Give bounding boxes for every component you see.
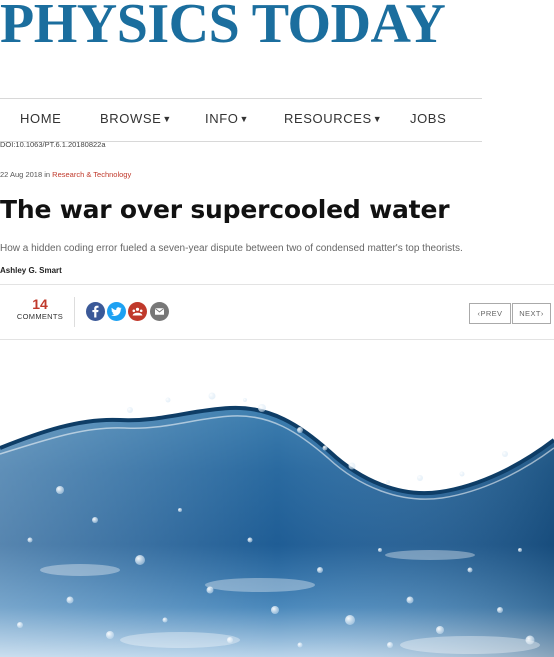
- reddit-icon[interactable]: [128, 302, 147, 321]
- article-author[interactable]: Ashley G. Smart: [0, 266, 62, 275]
- twitter-icon[interactable]: [107, 302, 126, 321]
- prev-label: PREV: [480, 309, 503, 318]
- nav-home[interactable]: HOME: [20, 111, 61, 126]
- article-subtitle: How a hidden coding error fueled a seven…: [0, 243, 463, 254]
- facebook-icon[interactable]: [86, 302, 105, 321]
- nav-jobs[interactable]: JOBS: [410, 111, 446, 126]
- article-category-link[interactable]: Research & Technology: [52, 170, 131, 179]
- caret-down-icon: ▼: [372, 114, 383, 124]
- nav-info-label: INFO: [205, 111, 239, 126]
- caret-down-icon: ▼: [239, 114, 249, 124]
- article-date: 22 Aug 2018: [0, 170, 43, 179]
- comments-label: COMMENTS: [16, 312, 64, 321]
- nav-info[interactable]: INFO▼: [205, 111, 249, 126]
- dateline-separator: in: [42, 170, 53, 179]
- caret-down-icon: ▼: [162, 114, 172, 124]
- next-button[interactable]: NEXT›: [512, 303, 551, 324]
- nav-jobs-label: JOBS: [410, 111, 447, 126]
- email-icon[interactable]: [150, 302, 169, 321]
- nav-resources-label: RESOURCES: [284, 111, 372, 126]
- comment-count: 14: [32, 296, 48, 312]
- nav-resources[interactable]: RESOURCES▼: [284, 111, 382, 126]
- nav-browse-label: BROWSE: [100, 111, 162, 126]
- nav-browse[interactable]: BROWSE▼: [100, 111, 172, 126]
- comments-link[interactable]: 14 COMMENTS: [14, 297, 66, 322]
- nav-home-label: HOME: [20, 111, 62, 126]
- next-label: NEXT: [519, 309, 541, 318]
- divider: [74, 297, 75, 327]
- article-doi: DOI:10.1063/PT.6.1.20180822a: [0, 140, 106, 149]
- article-title: The war over supercooled water: [0, 195, 450, 224]
- water-wave-image: [0, 370, 554, 657]
- share-bar: 14 COMMENTS ‹PREV NEXT›: [0, 284, 554, 340]
- main-nav: HOME BROWSE▼ INFO▼ RESOURCES▼ JOBS: [0, 98, 482, 142]
- prev-button[interactable]: ‹PREV: [469, 303, 511, 324]
- site-logo[interactable]: PHYSICS TODAY: [0, 0, 446, 54]
- chevron-right-icon: ›: [540, 309, 544, 318]
- hero-water-image: [0, 370, 554, 657]
- article-dateline: 22 Aug 2018 in Research & Technology: [0, 170, 131, 179]
